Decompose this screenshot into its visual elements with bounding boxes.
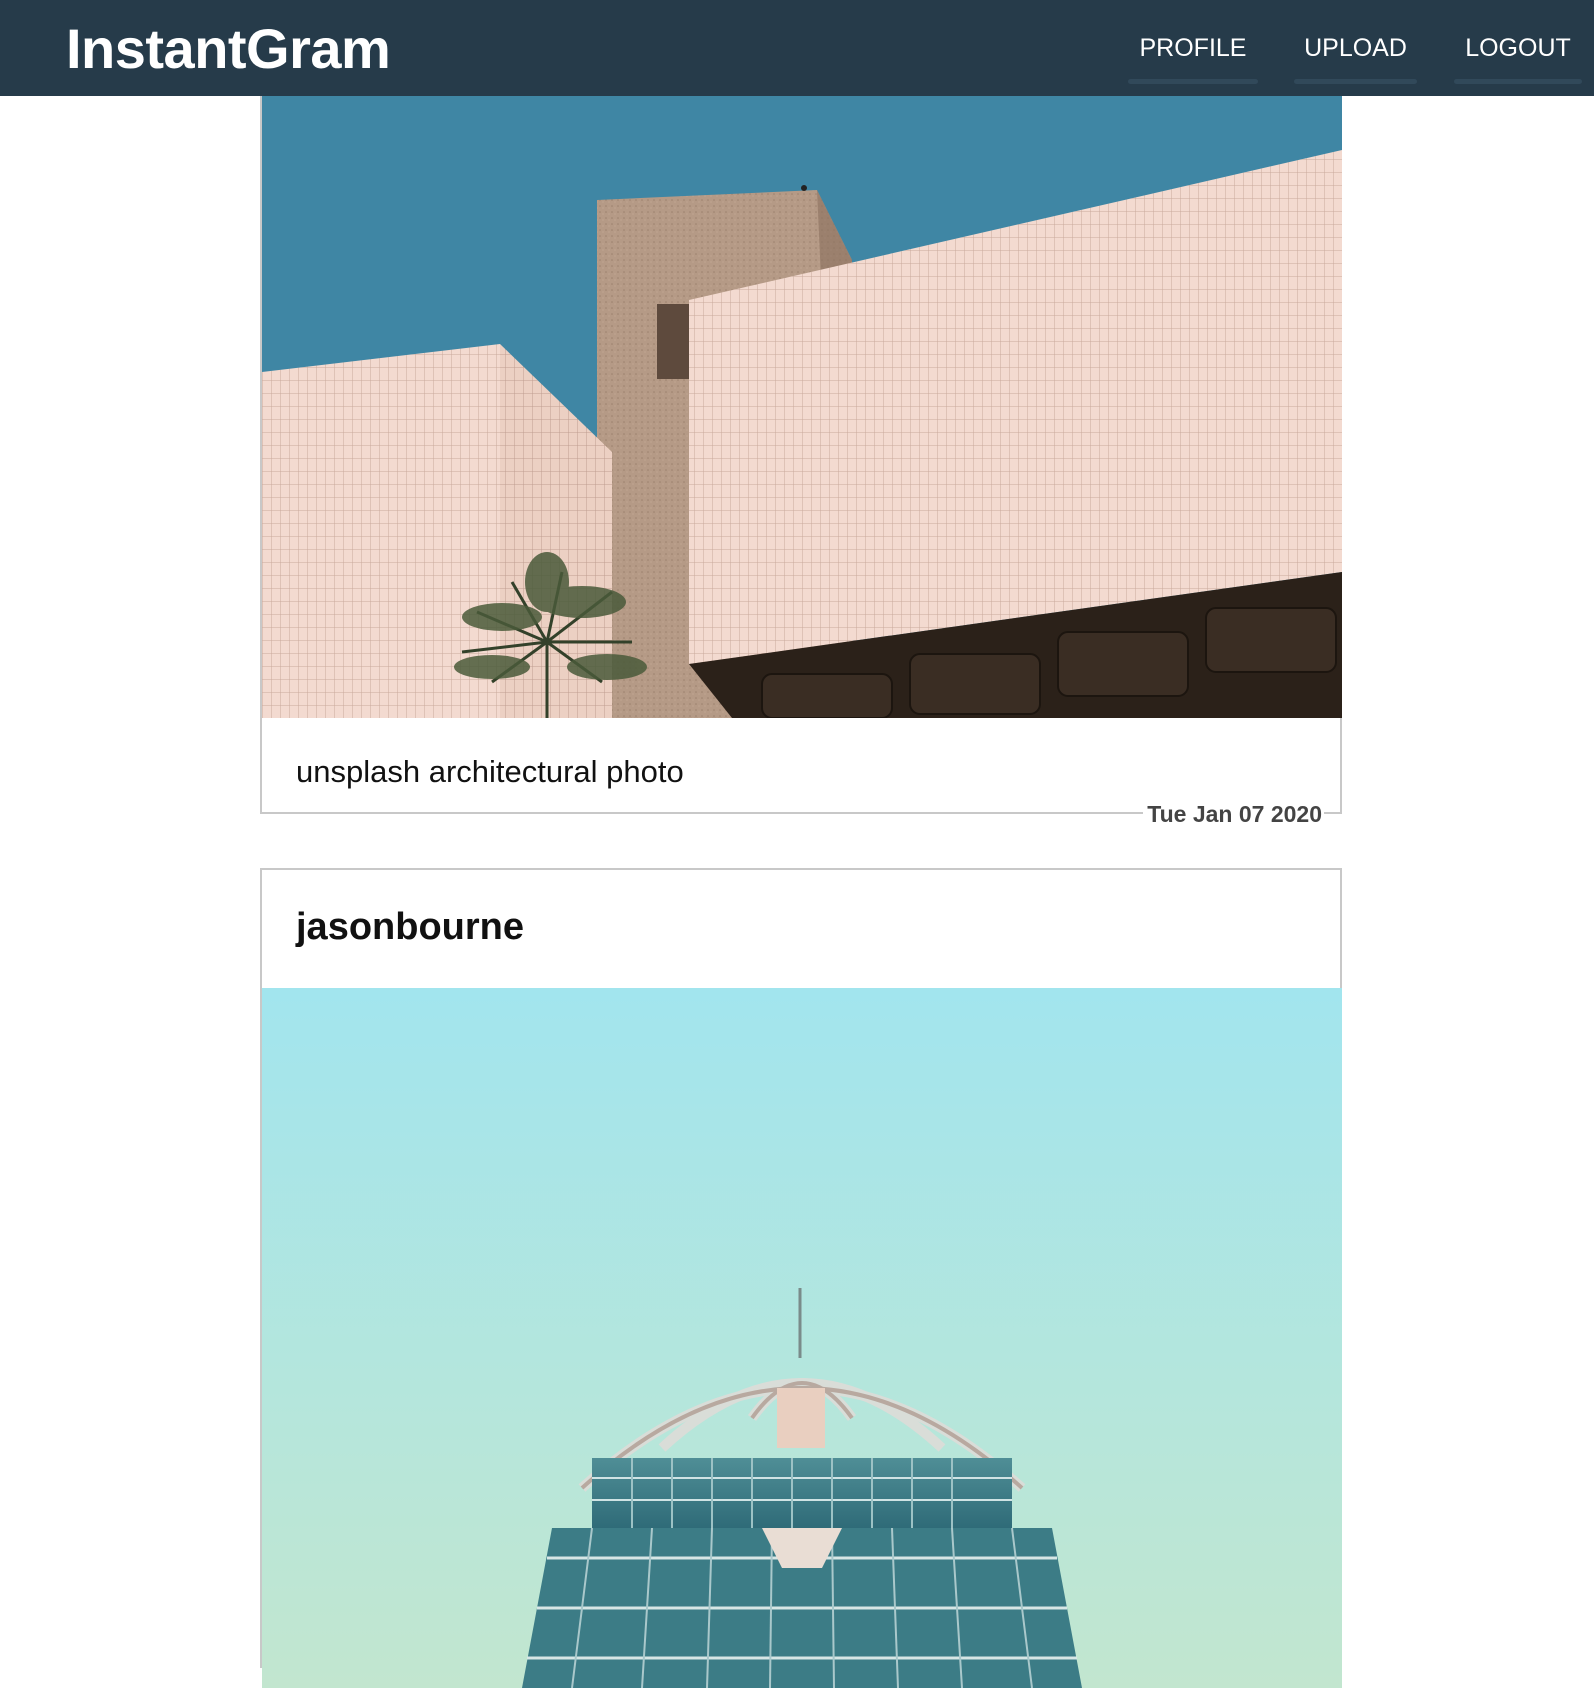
dome-building-photo-image [262, 988, 1342, 1688]
post-photo[interactable] [262, 988, 1342, 1688]
nav-logout-underline [1454, 79, 1582, 84]
post-date: Tue Jan 07 2020 [1143, 801, 1324, 828]
nav-upload-underline [1294, 79, 1417, 84]
nav-profile-underline [1128, 79, 1258, 84]
architecture-photo-image [262, 42, 1342, 718]
nav-logout-link[interactable]: LOGOUT [1454, 34, 1582, 84]
brand-logo[interactable]: InstantGram [66, 16, 391, 81]
post-card: unsplash architectural photo Tue Jan 07 … [260, 40, 1342, 828]
post-photo[interactable] [262, 42, 1342, 718]
nav-profile-label: PROFILE [1139, 34, 1247, 62]
top-navbar: InstantGram PROFILE UPLOAD LOGOUT [0, 0, 1594, 96]
nav-logout-label: LOGOUT [1465, 34, 1571, 62]
nav-upload-label: UPLOAD [1304, 34, 1407, 62]
nav-upload-link[interactable]: UPLOAD [1294, 34, 1417, 84]
post-caption: unsplash architectural photo [296, 754, 684, 789]
post-username[interactable]: jasonbourne [296, 906, 524, 949]
nav-profile-link[interactable]: PROFILE [1128, 34, 1258, 84]
post-card: jasonbourne [260, 868, 1342, 1688]
